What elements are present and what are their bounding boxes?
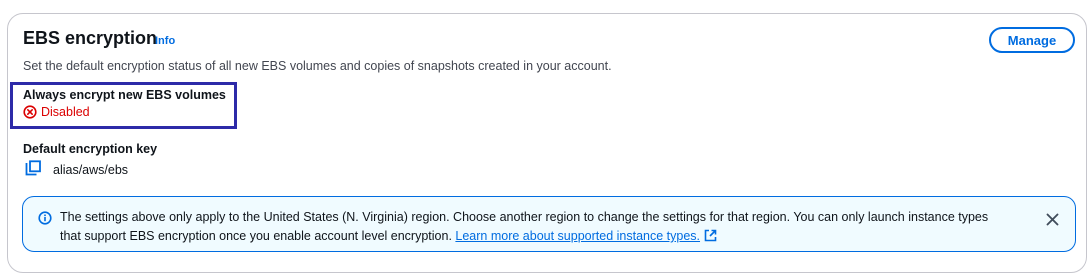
panel-description: Set the default encryption status of all… [23, 59, 612, 73]
status-text: Disabled [41, 105, 90, 119]
learn-more-link[interactable]: Learn more about supported instance type… [455, 229, 700, 243]
info-icon [38, 211, 52, 230]
info-link[interactable]: Info [155, 35, 175, 47]
copy-icon[interactable] [25, 160, 41, 179]
ebs-encryption-panel: EBS encryption Info Set the default encr… [7, 13, 1087, 273]
default-key-value: alias/aws/ebs [53, 162, 129, 177]
alert-message: The settings above only apply to the Uni… [60, 208, 1010, 248]
always-encrypt-label: Always encrypt new EBS volumes [23, 88, 226, 102]
external-link-icon[interactable] [704, 229, 717, 248]
always-encrypt-status: Disabled [23, 105, 90, 119]
panel-title: EBS encryption [23, 28, 158, 48]
default-key-row: alias/aws/ebs [25, 160, 128, 179]
default-key-label: Default encryption key [23, 142, 158, 156]
manage-button[interactable]: Manage [989, 27, 1075, 53]
region-info-alert: The settings above only apply to the Uni… [22, 196, 1076, 252]
close-icon[interactable] [1042, 209, 1062, 229]
x-circle-icon [23, 105, 37, 119]
